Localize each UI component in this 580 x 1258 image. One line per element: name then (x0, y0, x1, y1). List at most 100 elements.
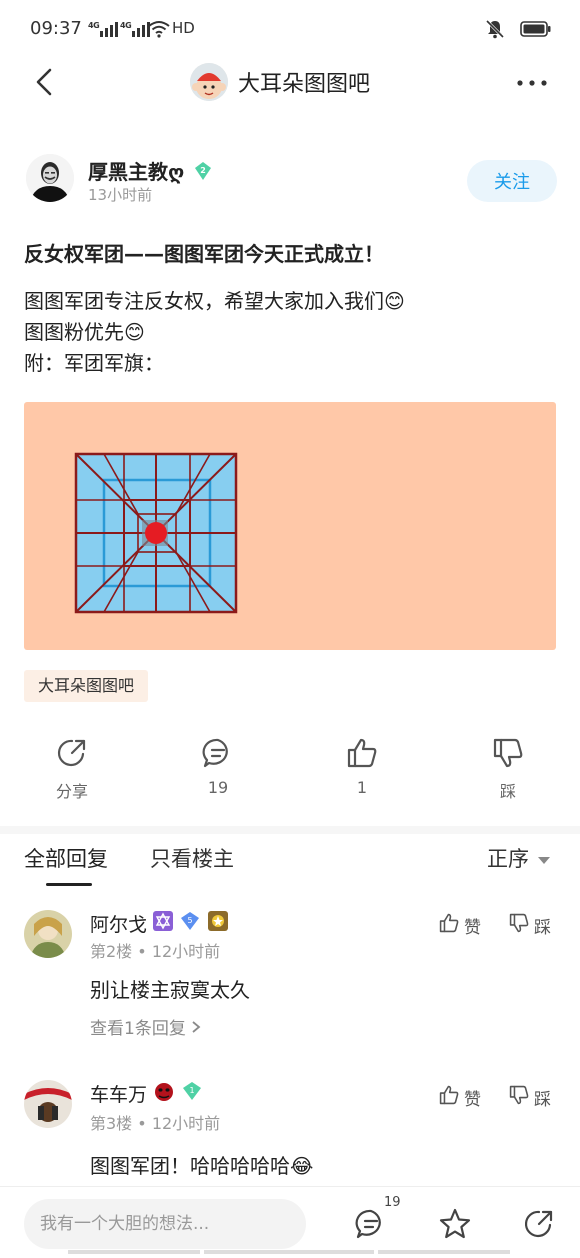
comment-count: 19 (207, 778, 229, 797)
meta-dot: • (137, 942, 152, 961)
reply-like-button[interactable]: 赞 (438, 912, 481, 939)
reply-floor: 第3楼 (90, 1114, 133, 1133)
svg-text:2: 2 (200, 166, 206, 175)
reply-author-name: 阿尔戈 (90, 914, 148, 936)
meta-dot: • (137, 1114, 152, 1133)
reply-time: 12小时前 (151, 942, 221, 961)
share-bottom-button[interactable] (522, 1207, 556, 1241)
svg-text:4G: 4G (120, 21, 131, 30)
active-tab-indicator (46, 883, 92, 886)
thumbs-down-icon (508, 912, 530, 939)
post-body-line: 图图军团专注反女权，希望大家加入我们😊 (24, 289, 405, 313)
post-body-line: 附：军团军旗： (24, 351, 164, 375)
post-body: 图图军团专注反女权，希望大家加入我们😊 图图粉优先😊 附：军团军旗： (24, 286, 405, 379)
flag-graphic (74, 452, 238, 614)
forum-title-link[interactable]: 大耳朵图图吧 (190, 60, 370, 104)
view-replies-link[interactable]: 查看1条回复 (90, 1014, 201, 1039)
forum-name: 大耳朵图图吧 (238, 72, 371, 97)
reply-input[interactable]: 我有一个大胆的想法... (24, 1199, 306, 1249)
status-bar: 09:37 4G 4G HD (0, 0, 580, 58)
reply-time: 12小时前 (151, 1114, 221, 1133)
svg-text:1: 1 (189, 1086, 194, 1095)
top-nav-bar: 大耳朵图图吧 (0, 58, 580, 108)
reply-author-name: 车车万 (90, 1084, 148, 1106)
thumbs-up-icon (438, 1084, 460, 1111)
reply-item: 阿尔戈 5 第2楼 • 12小时前 别让楼主寂寞太久 查看1条回复 赞 踩 (0, 906, 580, 1056)
reply-author[interactable]: 车车万 1 (90, 1080, 203, 1107)
reply-dislike-button[interactable]: 踩 (508, 1084, 551, 1111)
post-title: 反女权军团——图图军团今天正式成立！ (24, 242, 384, 266)
comment-icon (201, 736, 235, 770)
dislike-button[interactable]: 踩 (468, 736, 548, 802)
author-name: 厚黑主教ღ (88, 160, 185, 184)
dislike-label: 踩 (499, 782, 516, 801)
chevron-right-icon (191, 1019, 201, 1039)
thumbs-up-icon (345, 736, 379, 770)
medal-icon (207, 910, 229, 937)
svg-text:5: 5 (187, 916, 192, 925)
star-icon (439, 1208, 471, 1239)
author-name-row[interactable]: 厚黑主教ღ 2 (88, 156, 213, 186)
like-label: 赞 (464, 1090, 481, 1110)
more-options-button[interactable] (512, 68, 552, 98)
bottom-reply-bar: 我有一个大胆的想法... 19 (0, 1186, 580, 1258)
tab-op-only[interactable]: 只看楼主 (150, 843, 234, 873)
reply-author[interactable]: 阿尔戈 5 (90, 910, 229, 937)
nav-indicator (68, 1250, 200, 1254)
star-of-david-icon (153, 911, 174, 936)
share-icon (55, 736, 89, 770)
comments-bottom-button[interactable] (354, 1207, 388, 1241)
comment-icon (355, 1209, 381, 1239)
level-badge-icon: 5 (179, 911, 201, 936)
bottom-comment-count: 19 (384, 1195, 401, 1210)
nav-indicator (378, 1250, 510, 1254)
status-right (484, 18, 552, 44)
level-badge-icon: 1 (181, 1081, 203, 1106)
follow-button[interactable]: 关注 (467, 160, 557, 202)
share-icon (524, 1210, 553, 1238)
section-divider (0, 826, 580, 834)
reply-dislike-button[interactable]: 踩 (508, 912, 551, 939)
reply-like-button[interactable]: 赞 (438, 1084, 481, 1111)
reply-text: 别让楼主寂寞太久 (90, 978, 250, 1002)
reply-meta: 第3楼 • 12小时前 (90, 1110, 220, 1134)
caret-down-icon (537, 846, 551, 870)
share-button[interactable]: 分享 (32, 736, 112, 802)
mask-icon (153, 1080, 175, 1107)
wifi-icon (148, 20, 170, 42)
post-image-flag[interactable] (24, 402, 556, 650)
reply-text: 图图军团！哈哈哈哈哈😂 (90, 1154, 314, 1178)
forum-tag[interactable]: 大耳朵图图吧 (24, 670, 149, 702)
like-label: 赞 (464, 918, 481, 938)
svg-text:4G: 4G (88, 21, 99, 30)
battery-icon (520, 20, 552, 42)
reply-meta: 第2楼 • 12小时前 (90, 938, 220, 962)
thumbs-down-icon (491, 736, 525, 770)
favorite-button[interactable] (438, 1207, 472, 1241)
back-button[interactable] (30, 64, 60, 100)
like-button[interactable]: 1 (322, 736, 402, 797)
nav-indicator (204, 1250, 374, 1254)
reply-avatar[interactable] (24, 910, 72, 958)
like-count: 1 (356, 778, 368, 797)
status-time: 09:37 (30, 18, 82, 39)
sort-dropdown[interactable]: 正序 (487, 843, 551, 873)
hd-indicator: HD (172, 19, 195, 37)
thumbs-up-icon (438, 912, 460, 939)
author-avatar[interactable] (26, 154, 74, 202)
comment-button[interactable]: 19 (178, 736, 258, 797)
mute-icon (484, 18, 506, 44)
post-body-line: 图图粉优先😊 (24, 320, 145, 344)
thumbs-down-icon (508, 1084, 530, 1111)
view-replies-label: 查看1条回复 (90, 1019, 186, 1039)
author-level-badge: 2 (193, 161, 213, 186)
dislike-label: 踩 (534, 918, 551, 938)
reply-item: 车车万 1 第3楼 • 12小时前 图图军团！哈哈哈哈哈😂 赞 踩 (0, 1076, 580, 1186)
dislike-label: 踩 (534, 1090, 551, 1110)
share-label: 分享 (55, 782, 88, 801)
forum-avatar (190, 63, 228, 101)
reply-avatar[interactable] (24, 1080, 72, 1128)
post-time: 13小时前 (88, 186, 153, 204)
tab-all-replies[interactable]: 全部回复 (24, 843, 108, 873)
sort-label: 正序 (487, 847, 529, 871)
